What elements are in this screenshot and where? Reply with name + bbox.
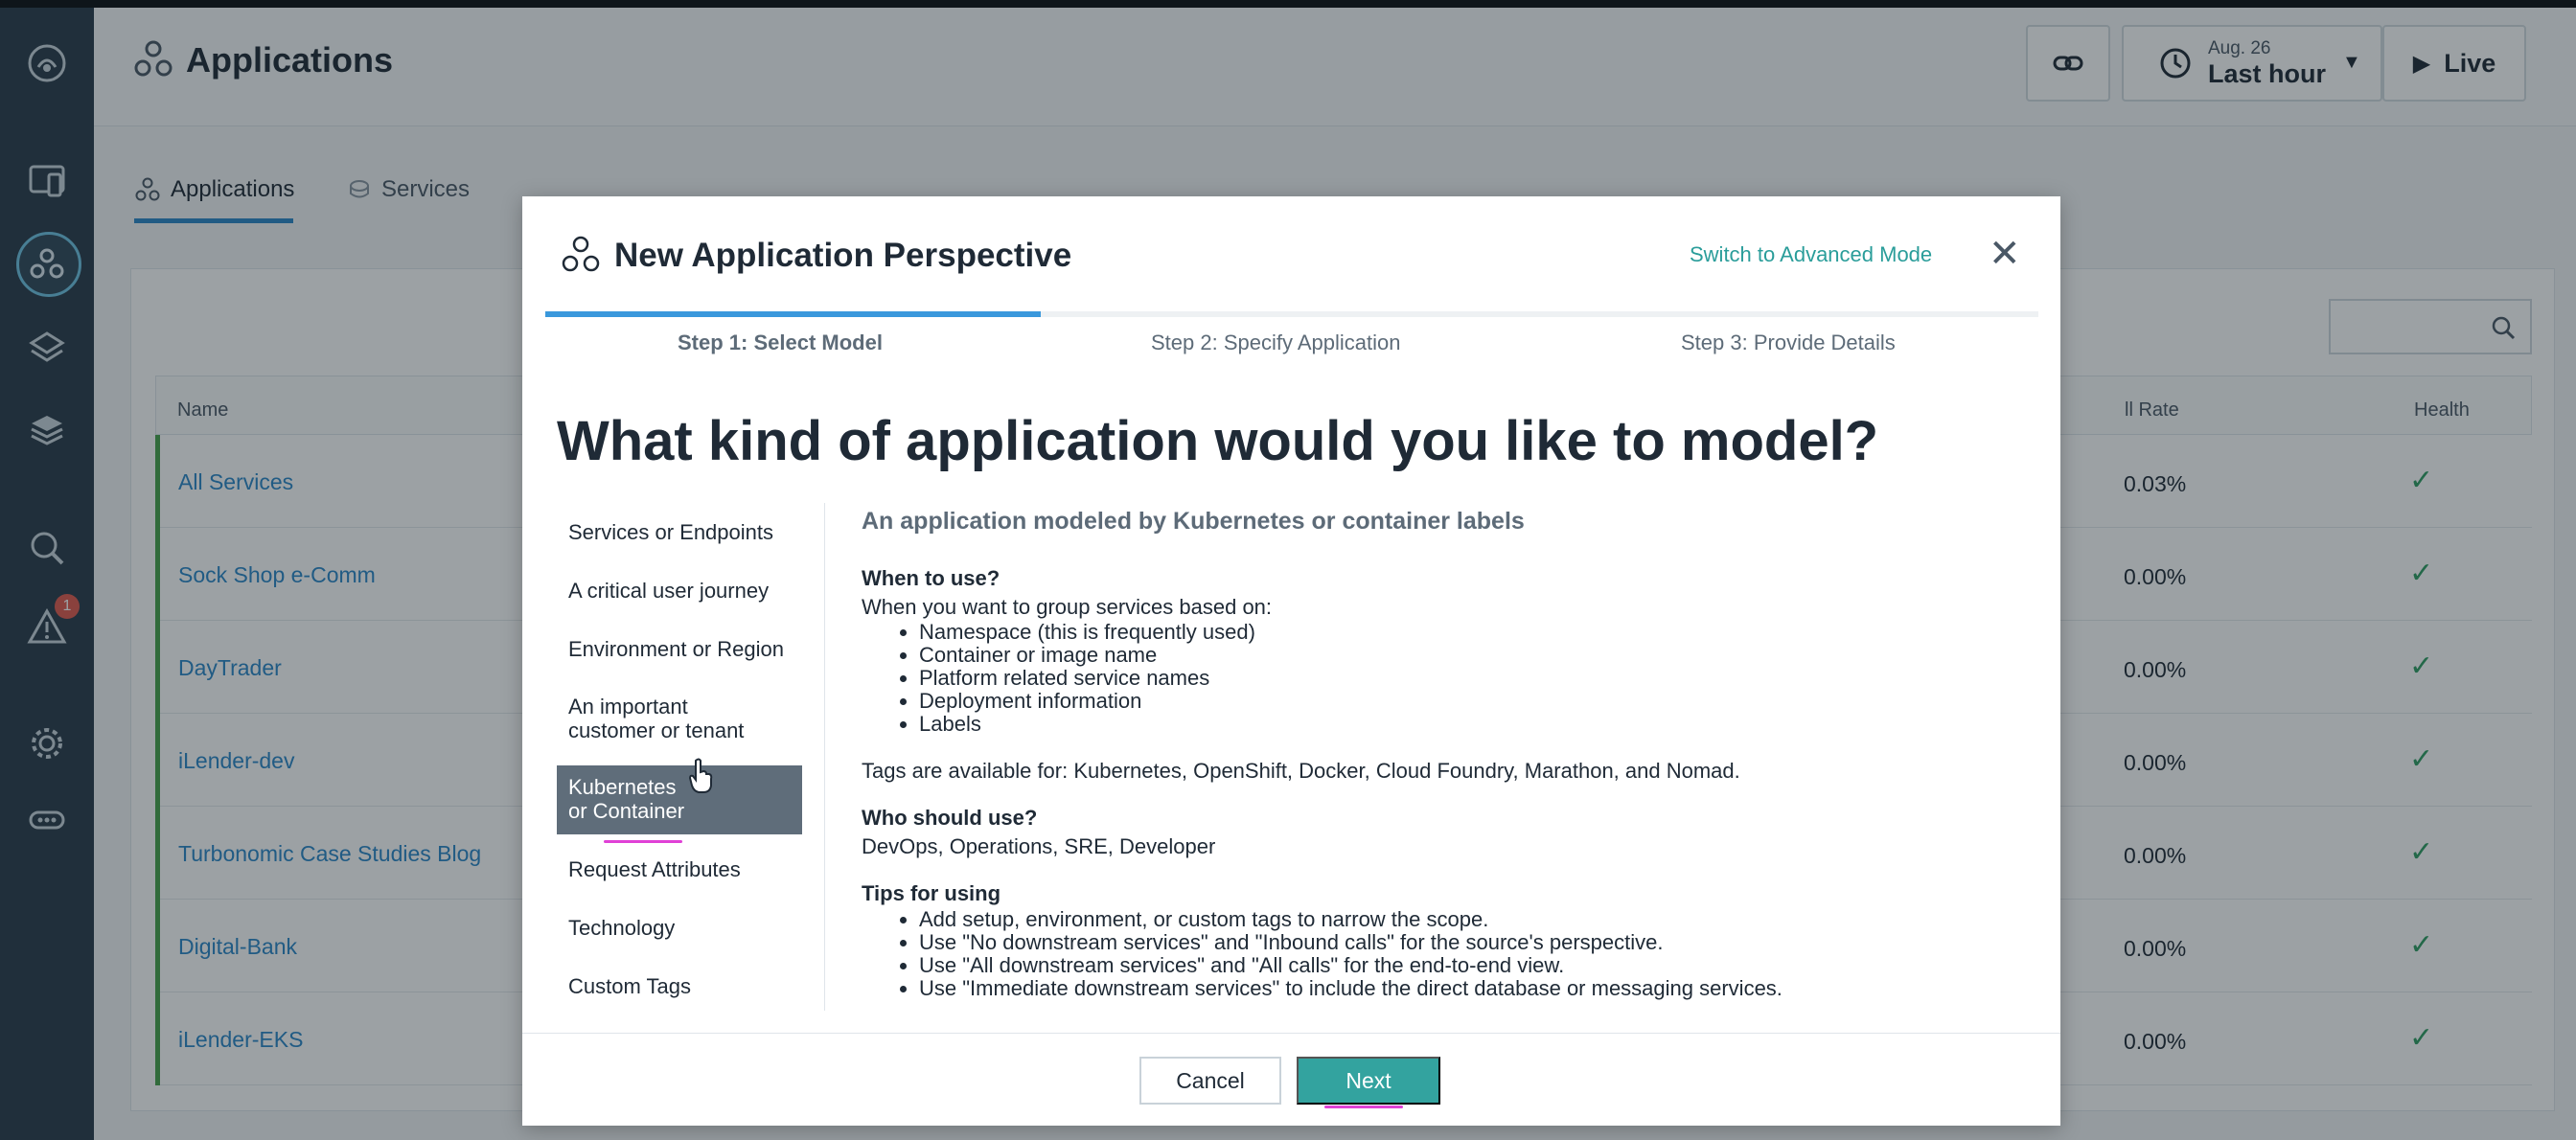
- next-button[interactable]: Next: [1297, 1057, 1440, 1105]
- who-should-use-heading: Who should use?: [862, 806, 1038, 830]
- list-item: Platform related service names: [919, 667, 2021, 690]
- model-question-heading: What kind of application would you like …: [557, 410, 1879, 472]
- annotation-underline: [1324, 1106, 1403, 1108]
- step-1-label: Step 1: Select Model: [678, 331, 883, 354]
- when-to-use-text: When you want to group services based on…: [862, 595, 1273, 619]
- when-to-use-section: When to use? When you want to group serv…: [862, 566, 2021, 736]
- option-critical-user-journey[interactable]: A critical user journey: [557, 579, 802, 603]
- hand-pointer-cursor-icon: [688, 758, 713, 793]
- option-request-attributes[interactable]: Request Attributes: [557, 857, 802, 881]
- option-environment-or-region[interactable]: Environment or Region: [557, 637, 802, 661]
- list-item: Deployment information: [919, 690, 2021, 713]
- who-should-use-text: DevOps, Operations, SRE, Developer: [862, 834, 1216, 858]
- list-item: Namespace (this is frequently used): [919, 621, 2021, 644]
- list-item: Labels: [919, 713, 2021, 736]
- applications-icon: [562, 236, 600, 272]
- dialog-title: New Application Perspective: [614, 237, 1072, 274]
- who-should-use-section: Who should use? DevOps, Operations, SRE,…: [862, 806, 2021, 860]
- wizard-progress-bar: [545, 311, 2038, 317]
- tags-available-text: Tags are available for: Kubernetes, Open…: [862, 759, 1740, 783]
- option-important-customer-or-tenant[interactable]: An important customer or tenant: [557, 695, 758, 742]
- list-item: Use "Immediate downstream services" to i…: [919, 977, 2021, 1000]
- option-technology[interactable]: Technology: [557, 916, 802, 940]
- annotation-underline: [604, 840, 682, 843]
- cancel-button[interactable]: Cancel: [1139, 1057, 1281, 1105]
- tips-list: Add setup, environment, or custom tags t…: [919, 908, 2021, 1000]
- list-item: Add setup, environment, or custom tags t…: [919, 908, 2021, 931]
- list-item: Container or image name: [919, 644, 2021, 667]
- when-to-use-heading: When to use?: [862, 566, 1000, 590]
- option-kubernetes-or-container[interactable]: Kubernetes or Container: [557, 765, 802, 834]
- new-application-perspective-dialog: New Application Perspective Switch to Ad…: [522, 196, 2060, 1126]
- when-to-use-list: Namespace (this is frequently used) Cont…: [919, 621, 2021, 736]
- list-item: Use "No downstream services" and "Inboun…: [919, 931, 2021, 954]
- detail-title: An application modeled by Kubernetes or …: [862, 508, 1525, 535]
- options-divider: [824, 503, 825, 1011]
- close-icon[interactable]: ✕: [1989, 235, 2021, 273]
- list-item: Use "All downstream services" and "All c…: [919, 954, 2021, 977]
- switch-to-advanced-mode-link[interactable]: Switch to Advanced Mode: [1690, 242, 1932, 267]
- wizard-progress-fill: [545, 311, 1041, 317]
- tips-section: Tips for using Add setup, environment, o…: [862, 881, 2021, 1000]
- tips-heading: Tips for using: [862, 881, 1001, 905]
- footer-divider: [522, 1033, 2060, 1034]
- option-kubernetes-label: Kubernetes or Container: [568, 775, 685, 823]
- option-services-or-endpoints[interactable]: Services or Endpoints: [557, 520, 802, 544]
- step-2-label: Step 2: Specify Application: [1151, 331, 1401, 354]
- step-3-label: Step 3: Provide Details: [1681, 331, 1896, 354]
- option-custom-tags[interactable]: Custom Tags: [557, 974, 802, 998]
- option-detail-pane: An application modeled by Kubernetes or …: [862, 508, 2021, 1021]
